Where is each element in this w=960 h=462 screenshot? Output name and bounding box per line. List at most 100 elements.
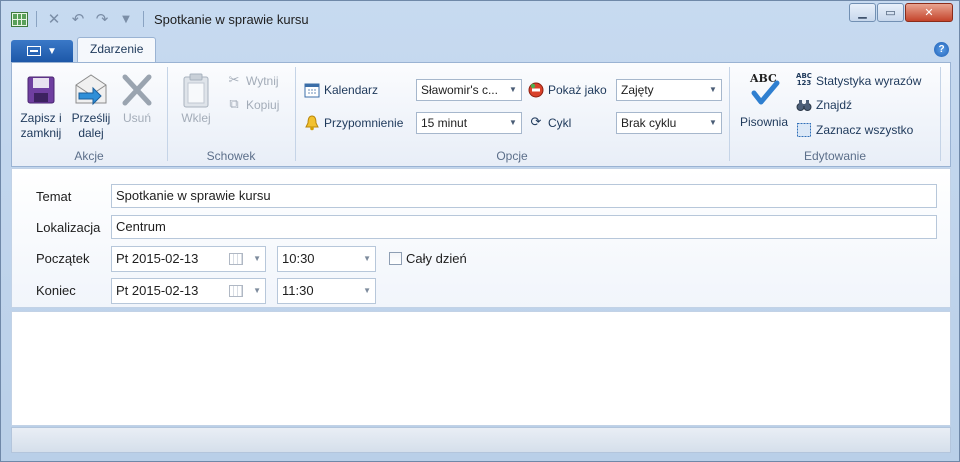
bell-icon — [304, 115, 320, 131]
recurrence-icon: ⟳ — [530, 115, 542, 130]
delete-icon[interactable]: ✕ — [45, 10, 63, 28]
reminder-select[interactable]: 15 minut ▼ — [416, 112, 522, 134]
calendar-select[interactable]: Sławomir's c... ▼ — [416, 79, 522, 101]
reminder-label: Przypomnienie — [324, 116, 404, 130]
recurrence-label: Cykl — [548, 116, 572, 130]
end-label: Koniec — [36, 283, 76, 298]
start-label: Początek — [36, 251, 90, 266]
show-as-label: Pokaż jako — [548, 83, 607, 97]
group-label-schowek: Schowek — [206, 149, 256, 163]
find-button[interactable]: Znajdź — [796, 97, 852, 113]
minimize-button[interactable]: ▁ — [849, 3, 876, 22]
find-label: Znajdź — [816, 98, 853, 112]
chevron-down-icon: ▼ — [363, 254, 371, 263]
calendar-label: Kalendarz — [324, 83, 379, 97]
customize-icon[interactable]: ▼ — [117, 14, 135, 25]
tab-zdarzenie[interactable]: Zdarzenie — [77, 37, 157, 62]
start-date-picker[interactable]: Pt 2015-02-13 ▼ — [111, 246, 266, 272]
group-separator — [940, 67, 941, 161]
app-window: ✕ ↶ ↷ ▼ Spotkanie w sprawie kursu ▁ ▭ ✕ … — [0, 0, 960, 462]
file-menu-button[interactable]: ▼ — [11, 40, 73, 62]
chevron-down-icon: ▼ — [509, 85, 517, 94]
qat-separator — [143, 11, 144, 27]
event-form: Temat Spotkanie w sprawie kursu Lokaliza… — [11, 168, 951, 308]
show-as-select[interactable]: Zajęty ▼ — [616, 79, 722, 101]
group-label-akcje: Akcje — [74, 149, 104, 163]
delete-button[interactable]: Usuń — [116, 71, 158, 126]
reminder-select-value: 15 minut — [421, 116, 468, 130]
location-value: Centrum — [116, 219, 166, 234]
group-opcje: Kalendarz Przypomnienie Sławomir's c... … — [296, 63, 728, 166]
save-close-label-1: Zapisz i — [20, 111, 62, 125]
spelling-button[interactable]: ABC Pisownia — [736, 71, 792, 130]
group-edytowanie: ABC Pisownia ABC 123 Statystyka wyrazów Z… — [730, 63, 940, 166]
end-time-select[interactable]: 11:30 ▼ — [277, 278, 376, 304]
ribbon-tab-row: ▼ Zdarzenie — [11, 37, 157, 62]
calendar-picker-icon — [229, 285, 243, 297]
group-label-edytowanie: Edytowanie — [803, 149, 867, 163]
location-input[interactable]: Centrum — [111, 215, 937, 239]
copy-icon: ⧉ — [229, 97, 239, 112]
group-akcje: Zapisz i zamknij Prześlij dalej Usuń Akc… — [12, 63, 166, 166]
start-time-select[interactable]: 10:30 ▼ — [277, 246, 376, 272]
calendar-icon — [304, 82, 320, 98]
word-count-label: Statystyka wyrazów — [816, 74, 922, 88]
select-all-icon — [796, 122, 812, 138]
show-as-select-value: Zajęty — [621, 83, 654, 97]
busy-status-icon — [528, 82, 544, 98]
spelling-label: Pisownia — [739, 115, 789, 129]
calendar-picker-icon — [229, 253, 243, 265]
chevron-down-icon: ▼ — [253, 286, 261, 295]
group-schowek: Wklej ✂ Wytnij ⧉ Kopiuj Schowek — [168, 63, 294, 166]
copy-label: Kopiuj — [246, 98, 280, 112]
svg-text:ABC: ABC — [749, 72, 777, 85]
recurrence-select[interactable]: Brak cyklu ▼ — [616, 112, 722, 134]
clipboard-icon — [178, 71, 214, 109]
reminder-option: Przypomnienie — [304, 115, 403, 131]
all-day-label: Cały dzień — [406, 251, 467, 266]
delete-label: Usuń — [122, 111, 151, 125]
ribbon: Zapisz i zamknij Prześlij dalej Usuń Akc… — [11, 62, 951, 167]
paste-button[interactable]: Wklej — [174, 71, 218, 126]
chevron-down-icon: ▼ — [709, 85, 717, 94]
scissors-icon: ✂ — [228, 73, 240, 88]
copy-button[interactable]: ⧉ Kopiuj — [226, 97, 279, 113]
window-title: Spotkanie w sprawie kursu — [154, 11, 309, 27]
redo-icon[interactable]: ↷ — [93, 10, 111, 28]
end-date-picker[interactable]: Pt 2015-02-13 ▼ — [111, 278, 266, 304]
recurrence-option: ⟳ Cykl — [528, 115, 572, 131]
location-label: Lokalizacja — [36, 220, 101, 235]
calendar-select-value: Sławomir's c... — [421, 83, 498, 97]
forward-button[interactable]: Prześlij dalej — [68, 71, 114, 141]
start-time-value: 10:30 — [282, 251, 315, 266]
maximize-button[interactable]: ▭ — [877, 3, 904, 22]
end-date-value: Pt 2015-02-13 — [116, 283, 199, 298]
close-button[interactable]: ✕ — [905, 3, 953, 22]
word-count-button[interactable]: ABC 123 Statystyka wyrazów — [796, 73, 921, 89]
status-bar — [11, 427, 951, 453]
subject-label: Temat — [36, 189, 72, 204]
save-close-button[interactable]: Zapisz i zamknij — [16, 71, 66, 141]
notes-editor[interactable] — [11, 311, 951, 426]
forward-label-1: Prześlij — [71, 111, 111, 125]
cut-button[interactable]: ✂ Wytnij — [226, 73, 279, 89]
dropdown-arrow-icon: ▼ — [47, 45, 57, 57]
title-bar: ✕ ↶ ↷ ▼ Spotkanie w sprawie kursu ▁ ▭ ✕ — [1, 1, 959, 37]
forward-icon — [73, 71, 109, 109]
all-day-checkbox[interactable] — [389, 252, 402, 265]
select-all-button[interactable]: Zaznacz wszystko — [796, 122, 913, 138]
save-icon — [23, 71, 59, 109]
calendar-app-icon[interactable] — [11, 11, 28, 27]
calendar-option: Kalendarz — [304, 82, 378, 98]
window-controls: ▁ ▭ ✕ — [849, 3, 953, 22]
help-icon[interactable]: ? — [934, 42, 949, 57]
undo-icon[interactable]: ↶ — [69, 10, 87, 28]
cut-label: Wytnij — [246, 74, 279, 88]
show-as-option: Pokaż jako — [528, 82, 607, 98]
quick-access-toolbar: ✕ ↶ ↷ ▼ — [11, 10, 146, 28]
chevron-down-icon: ▼ — [709, 118, 717, 127]
subject-value: Spotkanie w sprawie kursu — [116, 188, 271, 203]
qat-separator — [36, 11, 37, 27]
subject-input[interactable]: Spotkanie w sprawie kursu — [111, 184, 937, 208]
end-time-value: 11:30 — [282, 283, 314, 298]
